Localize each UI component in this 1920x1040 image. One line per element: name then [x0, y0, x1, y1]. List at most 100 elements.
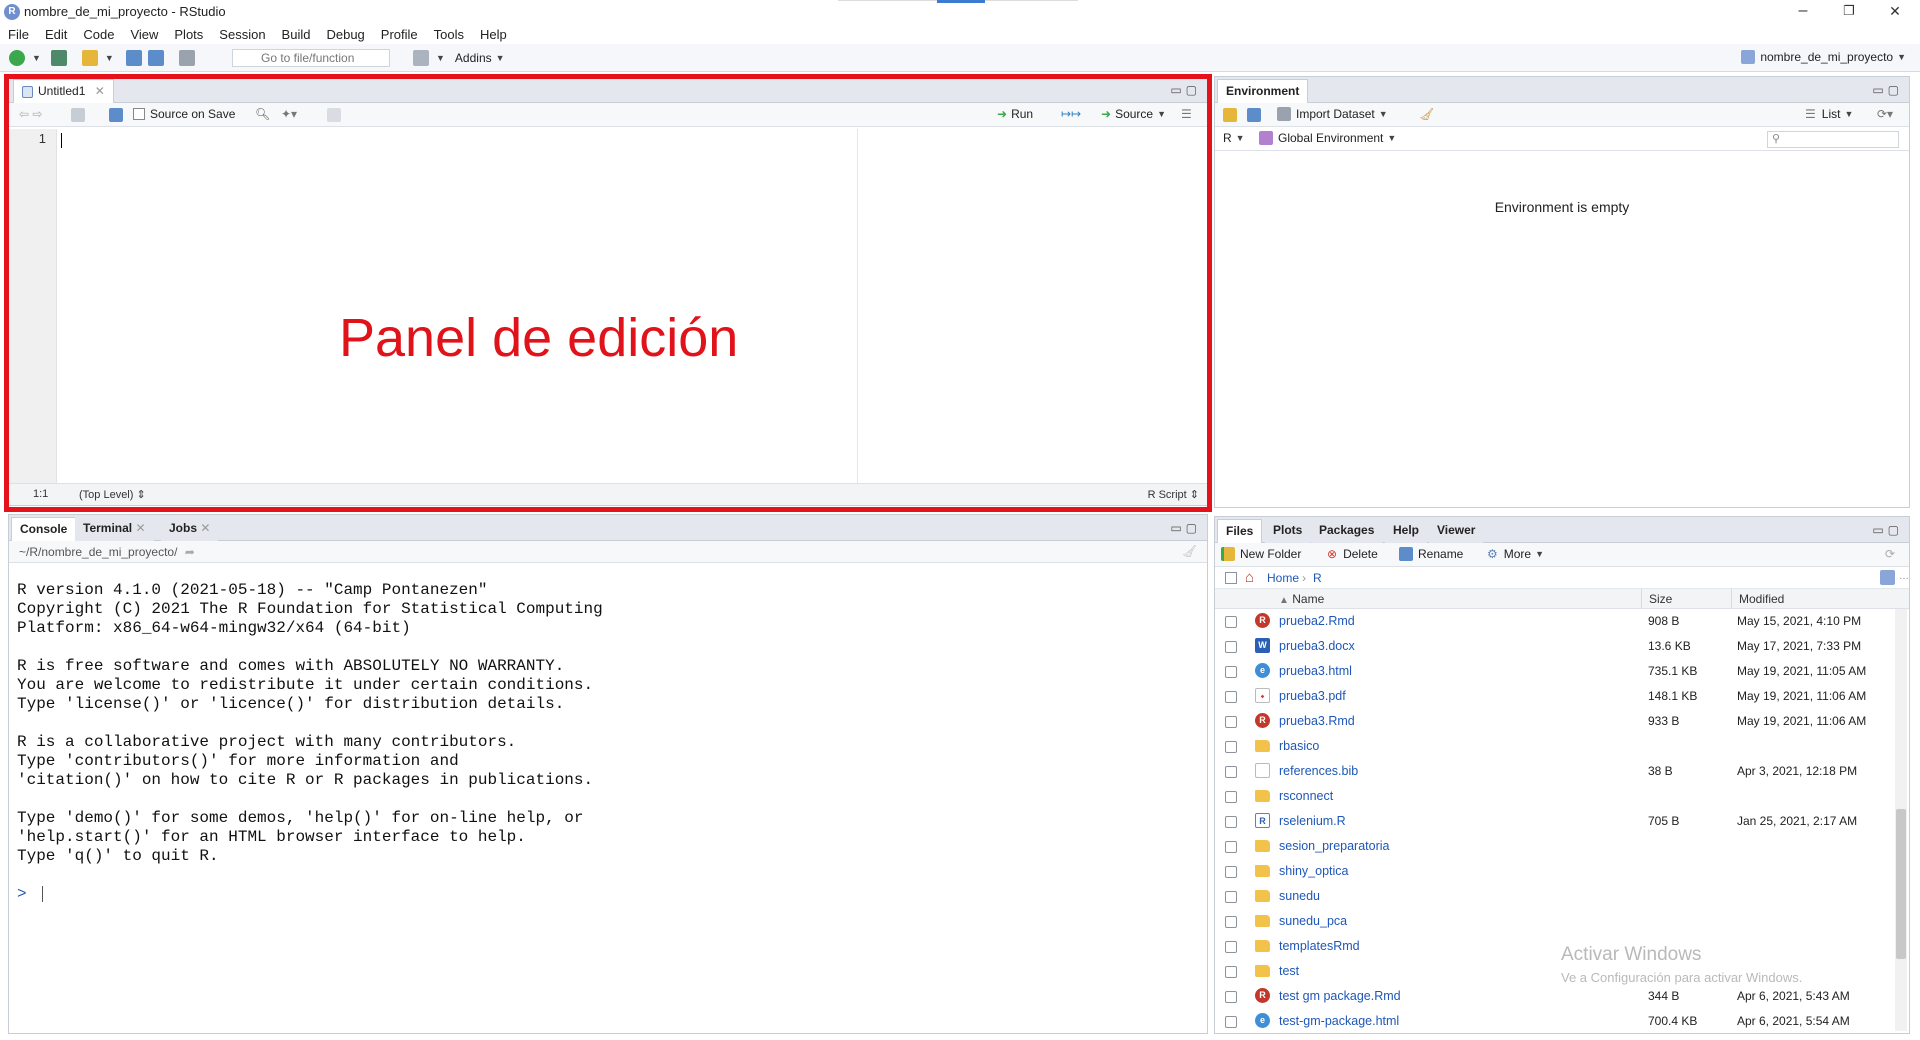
scope-selector[interactable]: (Top Level) ⇕ — [79, 488, 146, 501]
restore-button[interactable]: ❐ — [1826, 0, 1872, 24]
file-checkbox[interactable] — [1225, 766, 1237, 778]
file-row[interactable]: sunedu_pca — [1215, 909, 1893, 934]
file-row[interactable]: e prueba3.html 735.1 KB May 19, 2021, 11:05… — [1215, 659, 1893, 684]
file-name[interactable]: rbasico — [1279, 739, 1319, 753]
file-name[interactable]: prueba3.html — [1279, 664, 1352, 678]
menu-code[interactable]: Code — [83, 27, 114, 42]
menu-view[interactable]: View — [130, 27, 158, 42]
file-checkbox[interactable] — [1225, 966, 1237, 978]
addins-button[interactable]: Addins — [455, 51, 492, 65]
menu-help[interactable]: Help — [480, 27, 507, 42]
rerun-icon[interactable]: ↦↦ — [1061, 107, 1081, 121]
source-on-save-checkbox[interactable]: Source on Save — [133, 107, 235, 121]
tab-console[interactable]: Console — [11, 517, 77, 541]
tab-files[interactable]: Files — [1217, 519, 1263, 543]
go-to-file-input[interactable]: Go to file/function — [232, 49, 390, 67]
print-icon[interactable] — [178, 50, 195, 66]
file-row[interactable]: Rprueba3.Rmd 933 B May 19, 2021, 11:06 AM — [1215, 709, 1893, 734]
files-scrollbar[interactable] — [1895, 609, 1907, 1031]
chevron-down-icon[interactable]: ▼ — [105, 53, 114, 63]
breadcrumb-r[interactable]: R — [1313, 571, 1322, 585]
filetype-selector[interactable]: R Script ⇕ — [1148, 488, 1199, 501]
tab-plots[interactable]: Plots — [1265, 519, 1311, 543]
save-icon[interactable] — [125, 50, 142, 66]
show-in-window-icon[interactable] — [71, 108, 85, 122]
grid-layout-icon[interactable] — [413, 50, 429, 66]
file-row[interactable]: rbasico — [1215, 734, 1893, 759]
rename-button[interactable]: Rename — [1399, 547, 1463, 561]
file-checkbox[interactable] — [1225, 866, 1237, 878]
delete-button[interactable]: ⊗ Delete — [1327, 547, 1378, 561]
file-name[interactable]: test gm package.Rmd — [1279, 989, 1401, 1003]
save-workspace-icon[interactable] — [1247, 108, 1261, 122]
menu-debug[interactable]: Debug — [326, 27, 364, 42]
broom-icon[interactable]: 🧹︎ — [1419, 107, 1434, 121]
file-row[interactable]: rsconnect — [1215, 784, 1893, 809]
file-name[interactable]: rsconnect — [1279, 789, 1333, 803]
tab-viewer[interactable]: Viewer — [1429, 519, 1484, 543]
file-row[interactable]: Rrselenium.R 705 B Jan 25, 2021, 2:17 AM — [1215, 809, 1893, 834]
magic-wand-icon[interactable]: ✦▾ — [281, 107, 297, 121]
file-name[interactable]: test — [1279, 964, 1299, 978]
more-options-icon[interactable]: … — [1899, 571, 1909, 582]
tab-jobs[interactable]: Jobs ✕ — [161, 517, 219, 541]
file-row[interactable]: ⬩ prueba3.pdf 148.1 KB May 19, 2021, 11:06 … — [1215, 684, 1893, 709]
file-row[interactable]: Rtest gm package.Rmd 344 B Apr 6, 2021, 5:… — [1215, 984, 1893, 1009]
menu-build[interactable]: Build — [282, 27, 311, 42]
file-checkbox[interactable] — [1225, 791, 1237, 803]
environment-scope-selector[interactable]: Global Environment ▼ — [1259, 131, 1396, 145]
menu-tools[interactable]: Tools — [434, 27, 464, 42]
file-name[interactable]: sunedu_pca — [1279, 914, 1347, 928]
file-checkbox[interactable] — [1225, 716, 1237, 728]
menu-plots[interactable]: Plots — [174, 27, 203, 42]
new-folder-button[interactable]: New Folder — [1221, 547, 1301, 561]
file-row[interactable]: e test-gm-package.html 700.4 KB Apr 6, 2021… — [1215, 1009, 1893, 1034]
compile-report-icon[interactable] — [327, 108, 341, 122]
file-row[interactable]: shiny_optica — [1215, 859, 1893, 884]
tab-untitled1[interactable]: Untitled1 ✕ — [13, 79, 114, 103]
import-dataset-button[interactable]: Import Dataset ▼ — [1277, 107, 1388, 121]
file-name[interactable]: sesion_preparatoria — [1279, 839, 1390, 853]
scrollbar-thumb[interactable] — [1896, 809, 1906, 959]
pane-min-max-icon[interactable]: ▭▢ — [1872, 523, 1903, 537]
language-selector[interactable]: R ▼ — [1223, 131, 1245, 145]
file-name[interactable]: prueba3.docx — [1279, 639, 1355, 653]
file-checkbox[interactable] — [1225, 641, 1237, 653]
open-file-icon[interactable] — [81, 50, 98, 66]
column-size[interactable]: Size — [1649, 592, 1672, 606]
project-icon[interactable] — [1880, 570, 1895, 585]
file-row[interactable]: sunedu — [1215, 884, 1893, 909]
file-checkbox[interactable] — [1225, 991, 1237, 1003]
file-checkbox[interactable] — [1225, 916, 1237, 928]
home-icon[interactable]: ⌂ — [1245, 569, 1254, 586]
refresh-icon[interactable]: ⟳▾ — [1877, 107, 1893, 121]
menu-file[interactable]: File — [8, 27, 29, 42]
column-modified[interactable]: Modified — [1739, 592, 1784, 606]
select-all-checkbox[interactable] — [1225, 572, 1237, 584]
pane-min-max-icon[interactable]: ▭▢ — [1872, 83, 1903, 97]
chevron-down-icon[interactable]: ▼ — [436, 53, 445, 63]
tab-help[interactable]: Help — [1385, 519, 1428, 543]
file-checkbox[interactable] — [1225, 816, 1237, 828]
search-icon[interactable]: 🔍︎ — [255, 107, 270, 121]
source-button[interactable]: ➜ Source ▼ — [1101, 107, 1166, 121]
open-workspace-icon[interactable] — [1223, 108, 1237, 122]
file-checkbox[interactable] — [1225, 666, 1237, 678]
breadcrumb-home[interactable]: Home — [1267, 571, 1299, 585]
file-row[interactable]: Rprueba2.Rmd 908 B May 15, 2021, 4:10 PM — [1215, 609, 1893, 634]
close-tab-icon[interactable]: ✕ — [200, 521, 210, 535]
menu-session[interactable]: Session — [219, 27, 265, 42]
chevron-down-icon[interactable]: ▼ — [32, 53, 41, 63]
menu-profile[interactable]: Profile — [381, 27, 418, 42]
pane-min-max-icon[interactable]: ▭▢ — [1170, 521, 1201, 535]
more-button[interactable]: ⚙ More ▼ — [1487, 547, 1544, 561]
file-checkbox[interactable] — [1225, 841, 1237, 853]
file-name[interactable]: test-gm-package.html — [1279, 1014, 1399, 1028]
file-name[interactable]: sunedu — [1279, 889, 1320, 903]
pane-min-max-icon[interactable]: ▭▢ — [1170, 83, 1201, 97]
minimize-button[interactable]: – — [1780, 0, 1826, 24]
file-checkbox[interactable] — [1225, 691, 1237, 703]
file-name[interactable]: prueba3.pdf — [1279, 689, 1346, 703]
file-row[interactable]: Wprueba3.docx 13.6 KB May 17, 2021, 7:33 P… — [1215, 634, 1893, 659]
tab-packages[interactable]: Packages — [1311, 519, 1383, 543]
